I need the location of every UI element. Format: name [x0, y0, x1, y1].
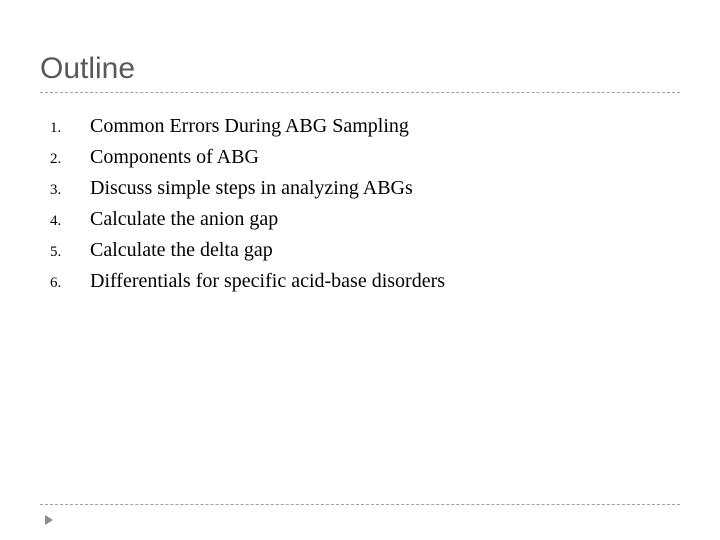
- slide-title: Outline: [40, 52, 680, 86]
- list-item-text: Differentials for specific acid-base dis…: [90, 268, 445, 295]
- triangle-bullet-icon: [45, 515, 53, 525]
- list-item: Calculate the anion gap: [50, 206, 680, 233]
- bottom-divider: [40, 504, 680, 505]
- list-item: Calculate the delta gap: [50, 237, 680, 264]
- list-item-text: Common Errors During ABG Sampling: [90, 113, 409, 140]
- outline-list: Common Errors During ABG Sampling Compon…: [40, 113, 680, 295]
- list-item-text: Components of ABG: [90, 144, 259, 171]
- list-item: Common Errors During ABG Sampling: [50, 113, 680, 140]
- title-divider: [40, 92, 680, 93]
- list-item-text: Calculate the delta gap: [90, 237, 273, 264]
- slide-container: Outline Common Errors During ABG Samplin…: [0, 0, 720, 540]
- list-item-text: Calculate the anion gap: [90, 206, 278, 233]
- list-item: Differentials for specific acid-base dis…: [50, 268, 680, 295]
- list-item: Discuss simple steps in analyzing ABGs: [50, 175, 680, 202]
- list-item-text: Discuss simple steps in analyzing ABGs: [90, 175, 413, 202]
- list-item: Components of ABG: [50, 144, 680, 171]
